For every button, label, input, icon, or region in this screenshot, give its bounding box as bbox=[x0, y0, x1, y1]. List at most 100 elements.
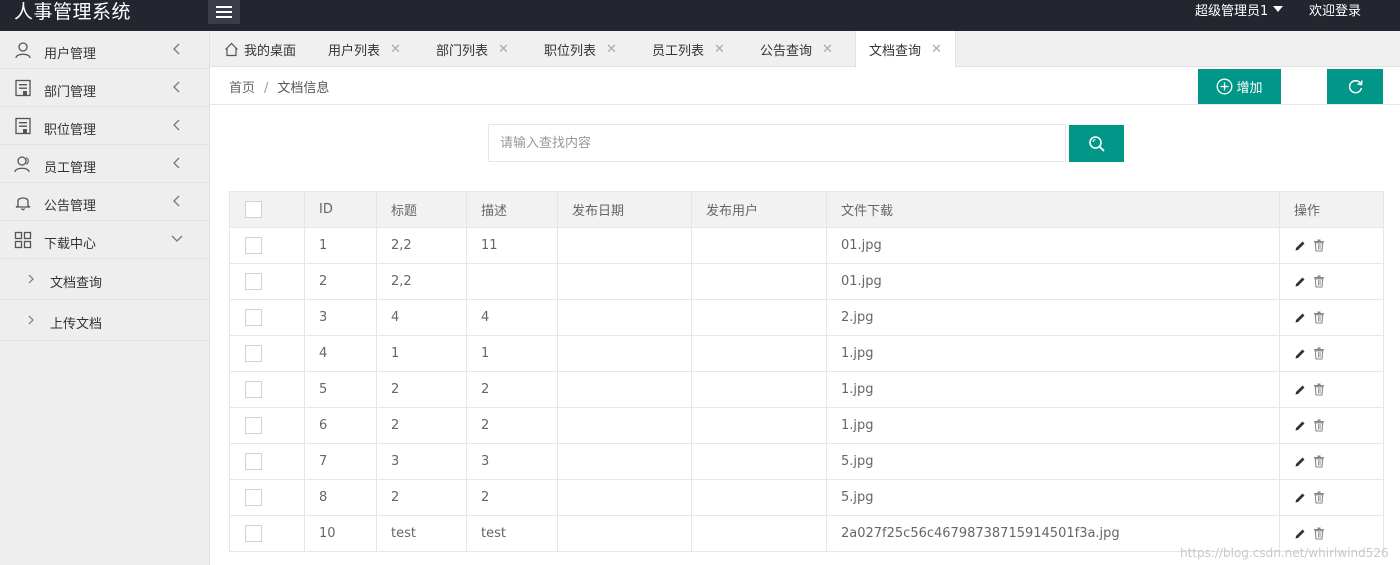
delete-icon[interactable] bbox=[1313, 491, 1325, 504]
table-cell-title: 2,2 bbox=[376, 263, 467, 300]
delete-icon[interactable] bbox=[1313, 455, 1325, 468]
edit-icon[interactable] bbox=[1294, 420, 1306, 432]
row-select-cell bbox=[229, 263, 305, 300]
table-cell-file[interactable]: 5.jpg bbox=[826, 479, 1280, 516]
table-cell-desc bbox=[466, 263, 558, 300]
row-checkbox[interactable] bbox=[245, 381, 262, 398]
sidebar: 用户管理 部门管理 职位管理 员工管理 公告管理 下载中心 文档查询 上传文档 bbox=[0, 31, 210, 565]
table-cell-file[interactable]: 1.jpg bbox=[826, 335, 1280, 372]
close-icon[interactable]: ✕ bbox=[498, 42, 509, 57]
table-cell-user bbox=[691, 371, 827, 408]
table-cell-file[interactable]: 01.jpg bbox=[826, 227, 1280, 264]
close-icon[interactable]: ✕ bbox=[606, 42, 617, 57]
tab-user-list[interactable]: 用户列表 ✕ bbox=[328, 31, 401, 67]
sidebar-subitem-label: 上传文档 bbox=[50, 317, 103, 332]
delete-icon[interactable] bbox=[1313, 275, 1325, 288]
menu-toggle-button[interactable] bbox=[208, 0, 240, 24]
edit-icon[interactable] bbox=[1294, 312, 1306, 324]
delete-icon[interactable] bbox=[1313, 347, 1325, 360]
close-icon[interactable]: ✕ bbox=[714, 42, 725, 57]
tab-position-list[interactable]: 职位列表 ✕ bbox=[544, 31, 617, 67]
search-button[interactable] bbox=[1069, 125, 1124, 162]
table-cell-actions bbox=[1279, 263, 1384, 300]
row-select-cell bbox=[229, 299, 305, 336]
row-checkbox[interactable] bbox=[245, 309, 262, 326]
table-cell-actions bbox=[1279, 443, 1384, 480]
table-cell-user bbox=[691, 515, 827, 552]
edit-icon[interactable] bbox=[1294, 492, 1306, 504]
edit-icon[interactable] bbox=[1294, 240, 1306, 252]
edit-icon[interactable] bbox=[1294, 456, 1306, 468]
search-icon bbox=[1088, 135, 1105, 152]
breadcrumb-bar: 首页 / 文档信息 增加 bbox=[210, 67, 1400, 105]
tab-employee-list[interactable]: 员工列表 ✕ bbox=[652, 31, 725, 67]
sidebar-subitem-label: 文档查询 bbox=[50, 276, 103, 291]
table-cell-file[interactable]: 1.jpg bbox=[826, 407, 1280, 444]
sidebar-item-department-management[interactable]: 部门管理 bbox=[0, 69, 209, 107]
breadcrumb-home[interactable]: 首页 bbox=[229, 81, 255, 96]
sidebar-subitem-upload-document[interactable]: 上传文档 bbox=[0, 300, 209, 341]
select-all-checkbox[interactable] bbox=[245, 201, 262, 218]
tab-document-query[interactable]: 文档查询 ✕ bbox=[855, 31, 956, 68]
sidebar-subitem-document-query[interactable]: 文档查询 bbox=[0, 259, 209, 300]
row-checkbox[interactable] bbox=[245, 417, 262, 434]
delete-icon[interactable] bbox=[1313, 239, 1325, 252]
search-input[interactable] bbox=[488, 124, 1066, 162]
row-checkbox[interactable] bbox=[245, 525, 262, 542]
tab-notice-query[interactable]: 公告查询 ✕ bbox=[760, 31, 833, 67]
delete-icon[interactable] bbox=[1313, 527, 1325, 540]
top-header: 人事管理系统 超级管理员1 欢迎登录 bbox=[0, 0, 1400, 31]
table-row: 5 2 2 1.jpg bbox=[229, 371, 1384, 408]
row-checkbox[interactable] bbox=[245, 345, 262, 362]
tab-label: 部门列表 bbox=[436, 43, 489, 59]
close-icon[interactable]: ✕ bbox=[390, 42, 401, 57]
logout-link[interactable]: 欢迎登录 bbox=[1309, 0, 1361, 19]
refresh-button[interactable] bbox=[1327, 69, 1383, 104]
row-checkbox[interactable] bbox=[245, 453, 262, 470]
table-row: 6 2 2 1.jpg bbox=[229, 407, 1384, 444]
table-row: 1 2,2 11 01.jpg bbox=[229, 227, 1384, 264]
tab-my-desktop[interactable]: 我的桌面 bbox=[224, 31, 296, 67]
row-checkbox[interactable] bbox=[245, 237, 262, 254]
plus-circle-icon bbox=[1217, 78, 1233, 95]
close-icon[interactable]: ✕ bbox=[822, 42, 833, 57]
sidebar-item-download-center[interactable]: 下载中心 bbox=[0, 221, 209, 259]
row-checkbox[interactable] bbox=[245, 273, 262, 290]
table-cell-file[interactable]: 1.jpg bbox=[826, 371, 1280, 408]
document-table: ID 标题 描述 发布日期 发布用户 文件下载 操作 1 2,2 11 01.jpg 2… bbox=[229, 191, 1384, 552]
table-cell-date bbox=[557, 299, 692, 336]
home-icon bbox=[225, 42, 238, 56]
delete-icon[interactable] bbox=[1313, 419, 1325, 432]
edit-icon[interactable] bbox=[1294, 348, 1306, 360]
table-cell-file[interactable]: 01.jpg bbox=[826, 263, 1280, 300]
chevron-left-icon bbox=[173, 119, 180, 131]
building-icon bbox=[15, 79, 31, 97]
close-icon[interactable]: ✕ bbox=[931, 42, 942, 57]
table-cell-id: 4 bbox=[304, 335, 377, 372]
table-cell-actions bbox=[1279, 227, 1384, 264]
table-cell-id: 8 bbox=[304, 479, 377, 516]
sidebar-item-notice-management[interactable]: 公告管理 bbox=[0, 183, 209, 221]
add-button[interactable]: 增加 bbox=[1198, 69, 1281, 104]
table-cell-desc: 2 bbox=[466, 479, 558, 516]
caret-down-icon bbox=[1273, 6, 1284, 12]
column-header: 文件下载 bbox=[826, 191, 1280, 228]
tab-department-list[interactable]: 部门列表 ✕ bbox=[436, 31, 509, 67]
table-cell-user bbox=[691, 407, 827, 444]
row-checkbox[interactable] bbox=[245, 489, 262, 506]
edit-icon[interactable] bbox=[1294, 528, 1306, 540]
table-cell-file[interactable]: 5.jpg bbox=[826, 443, 1280, 480]
delete-icon[interactable] bbox=[1313, 311, 1325, 324]
edit-icon[interactable] bbox=[1294, 384, 1306, 396]
sidebar-item-position-management[interactable]: 职位管理 bbox=[0, 107, 209, 145]
table-cell-file[interactable]: 2.jpg bbox=[826, 299, 1280, 336]
delete-icon[interactable] bbox=[1313, 383, 1325, 396]
sidebar-item-user-management[interactable]: 用户管理 bbox=[0, 31, 209, 69]
sidebar-item-employee-management[interactable]: 员工管理 bbox=[0, 145, 209, 183]
tab-label: 用户列表 bbox=[328, 43, 381, 59]
table-cell-desc: 2 bbox=[466, 371, 558, 408]
user-menu[interactable]: 超级管理员1 bbox=[1195, 0, 1284, 19]
table-row: 2 2,2 01.jpg bbox=[229, 263, 1384, 300]
users-icon bbox=[14, 156, 30, 173]
edit-icon[interactable] bbox=[1294, 276, 1306, 288]
